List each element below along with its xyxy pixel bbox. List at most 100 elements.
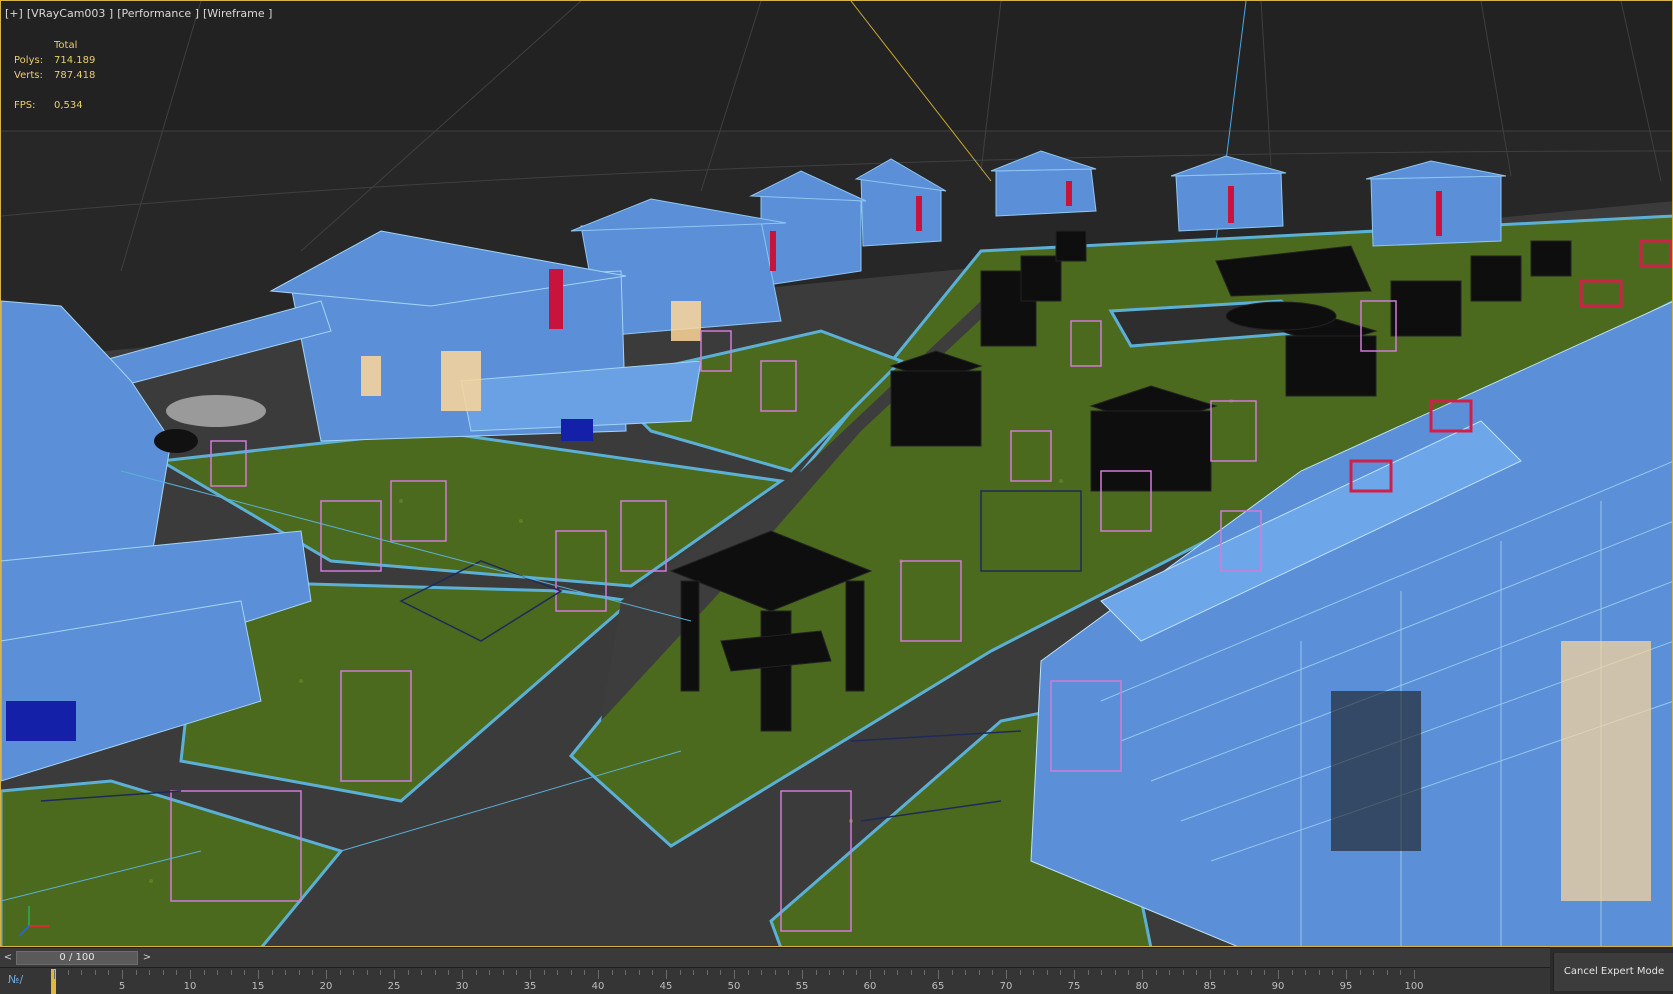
chevron-right-icon[interactable]: > xyxy=(141,951,153,964)
fps-value: 0,534 xyxy=(54,100,83,111)
trackbar-tick-mark xyxy=(965,970,967,975)
polys-value: 714.189 xyxy=(54,55,96,66)
trackbar-tick-mark xyxy=(94,970,96,975)
viewport-camera-menu[interactable]: [VRayCam003 ] xyxy=(27,7,113,20)
trackbar-tick-label: 40 xyxy=(591,981,605,992)
trackbar-tick-mark xyxy=(883,970,885,975)
trackbar-tick-mark xyxy=(666,970,667,979)
trackbar-tick-mark xyxy=(1278,970,1279,979)
polys-label: Polys: xyxy=(14,55,44,66)
trackbar-tick-mark xyxy=(489,970,491,975)
trackbar-tick-label: 85 xyxy=(1203,981,1217,992)
trackbar-tick-mark xyxy=(230,970,232,975)
trackbar-tick-mark xyxy=(1332,970,1334,975)
trackbar-tick-mark xyxy=(570,970,572,975)
trackbar-tick-label: 35 xyxy=(523,981,537,992)
trackbar-tick-label: 65 xyxy=(931,981,945,992)
trackbar-tick-mark xyxy=(1400,970,1402,975)
trackbar-tick-mark xyxy=(135,970,137,975)
perspective-viewport[interactable]: [+] [VRayCam003 ] [Performance ] [Wireframe… xyxy=(0,0,1673,947)
trackbar-tick-mark xyxy=(938,970,939,979)
trackbar-tick-label: 10 xyxy=(183,981,197,992)
trackbar-tick-mark xyxy=(258,970,259,979)
trackbar-tick-mark xyxy=(1060,970,1062,975)
trackbar-tick-mark xyxy=(1237,970,1239,975)
trackbar-tick-label: 100 xyxy=(1404,981,1424,992)
trackbar-tick-mark xyxy=(1318,970,1320,975)
trackbar-tick-mark xyxy=(761,970,763,975)
trackbar-tick-mark xyxy=(1169,970,1171,975)
trackbar-tick-mark xyxy=(1373,970,1375,975)
trackbar-tick-mark xyxy=(584,970,586,975)
trackbar-tick-mark xyxy=(951,970,953,975)
trackbar-tick-mark xyxy=(1196,970,1198,975)
trackbar-tick-mark xyxy=(475,970,477,975)
viewport-label-menu[interactable]: [+] [VRayCam003 ] [Performance ] [Wireframe… xyxy=(5,7,276,20)
trackbar-tick-mark xyxy=(380,970,382,975)
trackbar-tick-mark xyxy=(1155,970,1157,975)
trackbar-tick-mark xyxy=(203,970,205,975)
trackbar-tick-mark xyxy=(1359,970,1361,975)
trackbar-tick-mark xyxy=(897,970,899,975)
trackbar-tick-mark xyxy=(502,970,504,975)
trackbar-tick-mark xyxy=(298,970,300,975)
trackbar-tick-label: 45 xyxy=(659,981,673,992)
mini-curve-editor-icon[interactable]: №∕ xyxy=(8,972,30,988)
trackbar-tick-mark xyxy=(870,970,871,979)
trackbar-tick-mark xyxy=(924,970,926,975)
trackbar-tick-label: 80 xyxy=(1135,981,1149,992)
trackbar-tick-mark xyxy=(720,970,722,975)
trackbar-tick-mark xyxy=(706,970,708,975)
trackbar-tick-mark xyxy=(625,970,627,975)
trackbar-tick-mark xyxy=(679,970,681,975)
trackbar-tick-mark xyxy=(190,970,191,979)
trackbar-tick-mark xyxy=(1264,970,1266,975)
trackbar-tick-mark xyxy=(462,970,463,979)
trackbar-tick-mark xyxy=(611,970,613,975)
trackbar-tick-mark xyxy=(693,970,695,975)
trackbar-tick-mark xyxy=(1182,970,1184,975)
trackbar-tick-mark xyxy=(652,970,654,975)
trackbar-tick-label: 25 xyxy=(387,981,401,992)
trackbar-tick-label: 50 xyxy=(727,981,741,992)
trackbar-tick-mark xyxy=(1305,970,1307,975)
viewport-shading-preset-menu[interactable]: [Performance ] xyxy=(117,7,199,20)
trackbar-tick-mark xyxy=(774,970,776,975)
trackbar-tick-mark xyxy=(598,970,599,979)
trackbar-tick-mark xyxy=(108,970,110,975)
fps-label: FPS: xyxy=(14,100,36,111)
viewport-display-mode-menu[interactable]: [Wireframe ] xyxy=(203,7,272,20)
trackbar-tick-mark xyxy=(992,970,994,975)
trackbar-tick-mark xyxy=(788,970,790,975)
time-slider[interactable]: < 0 / 100 > xyxy=(0,947,1550,967)
time-slider-thumb[interactable]: 0 / 100 xyxy=(16,951,138,965)
chevron-left-icon[interactable]: < xyxy=(2,951,14,964)
trackbar-tick-mark xyxy=(1142,970,1143,979)
trackbar-tick-mark xyxy=(1346,970,1347,979)
viewport-statistics: Total Polys: 714.189 Verts: 787.418 FPS: 0,… xyxy=(14,38,95,113)
trackbar-tick-mark xyxy=(829,970,831,975)
trackbar-tick-mark xyxy=(394,970,395,979)
trackbar-tick-mark xyxy=(747,970,749,975)
trackbar-tick-mark xyxy=(244,970,246,975)
trackbar-tick-mark xyxy=(434,970,436,975)
viewport-plus-menu[interactable]: [+] xyxy=(5,7,23,20)
trackbar-tick-label: 90 xyxy=(1271,981,1285,992)
trackbar[interactable]: №∕ 5 10 15 20 25 30 35 40 45 50 55 60 65 70 75 80 85 90 95… xyxy=(0,967,1550,994)
trackbar-tick-mark xyxy=(285,970,287,975)
wireframe-scene[interactable] xyxy=(1,1,1673,947)
trackbar-ticks: 5 10 15 20 25 30 35 40 45 50 55 60 65 70 75 80 85 90 95 100 xyxy=(54,968,1544,994)
trackbar-tick-mark xyxy=(339,970,341,975)
cancel-expert-mode-button[interactable]: Cancel Expert Mode xyxy=(1553,953,1673,991)
trackbar-tick-mark xyxy=(1128,970,1130,975)
trackbar-tick-mark xyxy=(802,970,803,979)
trackbar-tick-mark xyxy=(366,970,368,975)
trackbar-tick-mark xyxy=(67,970,69,975)
trackbar-tick-mark xyxy=(557,970,559,975)
trackbar-tick-mark xyxy=(815,970,817,975)
trackbar-tick-mark xyxy=(149,970,151,975)
trackbar-tick-mark xyxy=(530,970,531,979)
trackbar-tick-mark xyxy=(1101,970,1103,975)
trackbar-tick-mark xyxy=(54,970,55,979)
trackbar-tick-mark xyxy=(516,970,518,975)
